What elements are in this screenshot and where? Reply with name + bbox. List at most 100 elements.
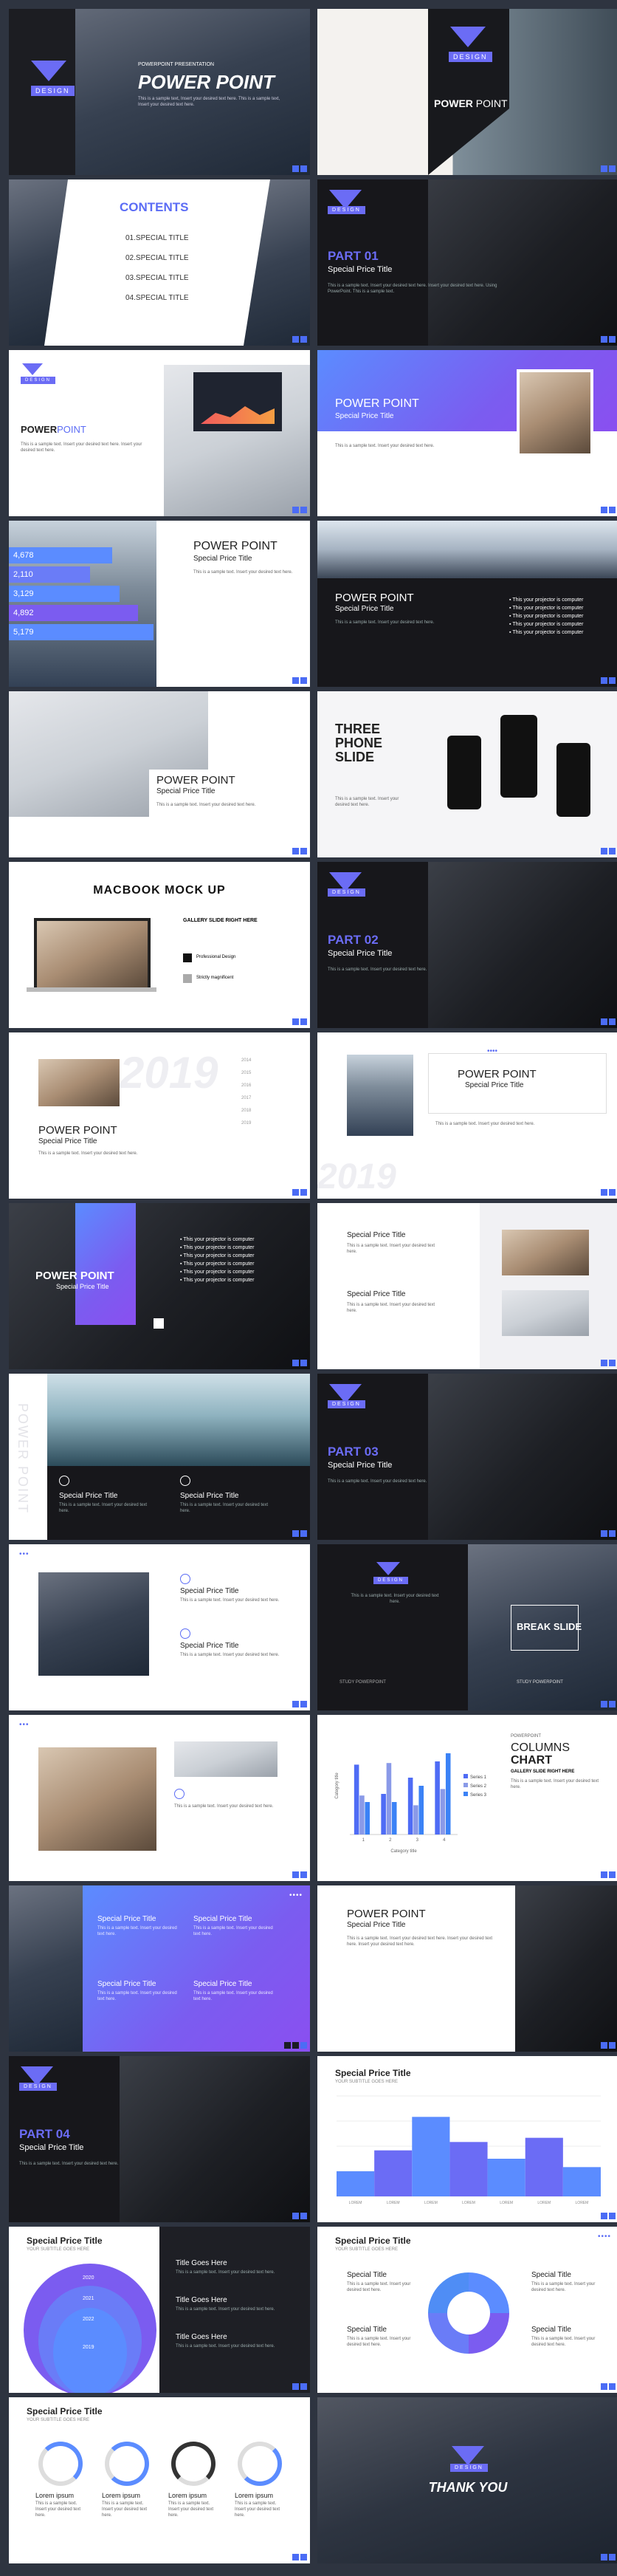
pager[interactable] (292, 2213, 307, 2219)
slide-part-01[interactable]: DESIGN PART 01 Special Price Title This … (317, 179, 617, 346)
slide-macbook[interactable]: MACBOOK MOCK UP GALLERY SLIDE RIGHT HERE… (9, 862, 310, 1028)
year-item[interactable]: 2015 (241, 1067, 251, 1080)
slide-columns-chart[interactable]: 1 2 3 4 Category title Category title Series 1… (317, 1715, 617, 1881)
year-item[interactable]: 2017 (241, 1092, 251, 1105)
contents-item[interactable]: 03.SPECIAL TITLE (125, 268, 189, 288)
slide-cover[interactable]: DESIGN POWERPOINT PRESENTATION POWER POI… (9, 9, 310, 175)
item-body: This is a sample text. Insert your desir… (35, 2501, 81, 2518)
pager[interactable] (292, 165, 307, 172)
slide-bar-chart[interactable]: Special Price Title YOUR SUBTITLE GOES H… (317, 2056, 617, 2222)
pager[interactable] (601, 1530, 616, 1537)
ring-label: 2021 (83, 2296, 94, 2301)
slide-businessman[interactable]: POWER POINT Special Price Title This is … (317, 1885, 617, 2052)
pager[interactable] (601, 507, 616, 513)
chart-title: Special Price Title (27, 2236, 103, 2246)
pager[interactable] (601, 1018, 616, 1025)
slide-snow-list[interactable]: POWER POINT Special Price Title This is … (317, 521, 617, 687)
part-title: PART 02 (328, 933, 379, 947)
pager[interactable] (292, 336, 307, 343)
cover-kicker: POWERPOINT PRESENTATION (138, 62, 215, 67)
slide-part-04[interactable]: DESIGN PART 04 Special Price Title This … (9, 2056, 310, 2222)
pager[interactable] (601, 1701, 616, 1707)
building-photo-left (9, 179, 68, 346)
slide-progress-circles[interactable]: Special Price Title YOUR SUBTITLE GOES H… (9, 2397, 310, 2563)
contents-item[interactable]: 01.SPECIAL TITLE (125, 228, 189, 248)
item-title: Title Goes Here (176, 2296, 227, 2304)
item-body: This is a sample text. Insert your desir… (531, 2337, 596, 2347)
phone-mockup (500, 715, 537, 798)
sea-photo (47, 1374, 310, 1466)
slide-two-photos[interactable]: •••• Special Price Title This is a sampl… (317, 1203, 617, 1369)
legend-swatch (463, 1792, 468, 1796)
ring-label: 2022 (83, 2317, 94, 2322)
railway-photo (38, 1572, 149, 1676)
pager[interactable] (292, 1360, 307, 1366)
pager[interactable] (292, 2554, 307, 2560)
x-tick-label: 1 (362, 1838, 365, 1843)
pager[interactable] (292, 1871, 307, 1878)
item-title: Lorem ipsum (168, 2492, 207, 2499)
dots-icon: ••• (19, 1721, 30, 1729)
item-title: Special Title (347, 2271, 387, 2279)
year-item[interactable]: 2014 (241, 1055, 251, 1067)
slide-desk-photo[interactable]: POWER POINT Special Price Title This is … (9, 691, 310, 857)
item-title: Special Price Title (97, 1915, 156, 1923)
pager[interactable] (601, 2554, 616, 2560)
pager[interactable] (601, 2042, 616, 2049)
laptop-photo (428, 179, 617, 346)
pager[interactable] (601, 2383, 616, 2390)
slide-laptop-dashboard[interactable]: DESIGN POWERPOINT This is a sample text.… (9, 350, 310, 516)
white-square (154, 1318, 164, 1329)
slide-part-03[interactable]: DESIGN PART 03 Special Price Title This … (317, 1374, 617, 1540)
pager[interactable] (601, 677, 616, 684)
pager[interactable] (292, 848, 307, 854)
legend-label: Series 3 (470, 1793, 487, 1798)
slide-title: POWER POINT (458, 1068, 537, 1080)
slide-thank-you[interactable]: DESIGN THANK YOU (317, 2397, 617, 2563)
year-item[interactable]: 2018 (241, 1105, 251, 1117)
slide-donut-chart[interactable]: Special Price Title YOUR SUBTITLE GOES H… (317, 2227, 617, 2393)
slide-gradient-column[interactable]: POWER POINT Special Price Title ▪ This y… (9, 1203, 310, 1369)
pager[interactable] (292, 1189, 307, 1196)
contents-item[interactable]: 02.SPECIAL TITLE (125, 248, 189, 268)
slide-building-card[interactable]: •••• POWER POINT Special Price Title Thi… (317, 1032, 617, 1199)
bullet-item: ▪ This your projector is computer (509, 622, 584, 627)
body-text: This is a sample text. Insert your desir… (435, 1122, 535, 1126)
slide-gradient-portrait[interactable]: POWER POINT Special Price Title This is … (317, 350, 617, 516)
pager[interactable] (601, 165, 616, 172)
pager[interactable] (601, 2213, 616, 2219)
chart-bar (487, 2159, 525, 2196)
year-item[interactable]: 2019 (241, 1117, 251, 1130)
slide-part-02[interactable]: DESIGN PART 02 Special Price Title This … (317, 862, 617, 1028)
item-body: This is a sample text. Insert your desir… (347, 2337, 411, 2347)
pager[interactable] (601, 336, 616, 343)
pager[interactable] (292, 1701, 307, 1707)
contents-item[interactable]: 04.SPECIAL TITLE (125, 288, 189, 308)
pager[interactable] (601, 1189, 616, 1196)
pager[interactable] (292, 2383, 307, 2390)
title-line: COLUMNS (511, 1741, 571, 1754)
slide-railway[interactable]: ••• Special Price Title This is a sample… (9, 1544, 310, 1710)
slide-onion-chart[interactable]: Special Price Title YOUR SUBTITLE GOES H… (9, 2227, 310, 2393)
year-item[interactable]: 2016 (241, 1080, 251, 1092)
pager[interactable] (292, 677, 307, 684)
slide-contents[interactable]: CONTENTS 01.SPECIAL TITLE 02.SPECIAL TIT… (9, 179, 310, 346)
slide-2019-timeline[interactable]: 2019 POWER POINT Special Price Title Thi… (9, 1032, 310, 1199)
pager[interactable] (601, 1360, 616, 1366)
pager[interactable] (292, 507, 307, 513)
slide-three-phones[interactable]: THREE PHONE SLIDE This is a sample text.… (317, 691, 617, 857)
pager[interactable] (292, 1530, 307, 1537)
design-badge: DESIGN (328, 1400, 365, 1408)
slide-photos-icons[interactable]: ••• This is a sample text. Insert your d… (9, 1715, 310, 1881)
slide-sea[interactable]: POWER POINT Special Price Title This is … (9, 1374, 310, 1540)
pager[interactable] (284, 2042, 307, 2049)
body-text: This is a sample text. Insert your desir… (156, 803, 256, 807)
slide-title-2[interactable]: DESIGN POWER POINT (317, 9, 617, 175)
pager[interactable] (601, 848, 616, 854)
part-body: This is a sample text. Insert your desir… (328, 967, 427, 972)
pager[interactable] (292, 1018, 307, 1025)
slide-break[interactable]: DESIGN This is a sample text. Insert you… (317, 1544, 617, 1710)
pager[interactable] (601, 1871, 616, 1878)
slide-gradient-grid[interactable]: •••• Special Price Title This is a sampl… (9, 1885, 310, 2052)
slide-stat-bars[interactable]: 4,678 2,110 3,129 4,892 5,179 POWER POIN… (9, 521, 310, 687)
